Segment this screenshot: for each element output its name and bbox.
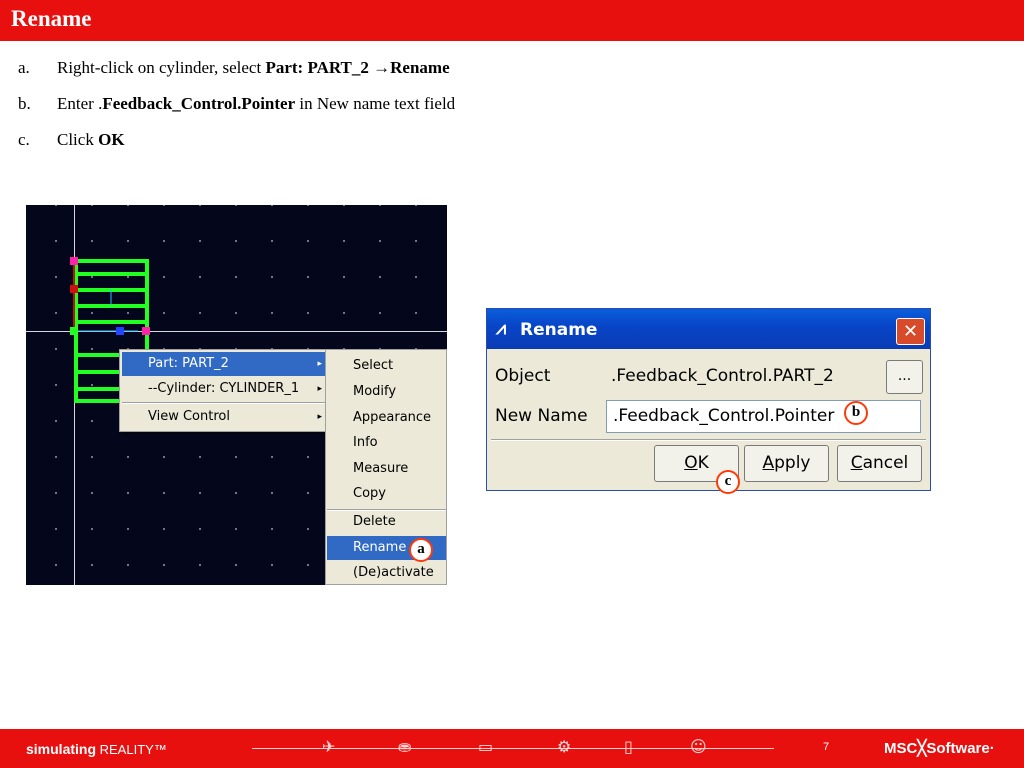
menu-item-part[interactable]: Part: PART_2 ▸ [122,352,328,376]
brand-rest: REALITY™ [96,742,167,757]
car-icon: ⛂ [398,737,412,756]
dialog-separator [491,439,926,441]
step-text-bold: OK [98,130,125,149]
brand-tagline: simulating REALITY™ [26,741,167,757]
apply-mnemonic: A [762,453,775,473]
submenu-item-modify[interactable]: Modify [327,380,446,404]
new-name-input[interactable]: .Feedback_Control.Pointer [606,400,921,433]
step-text-bold: Part: PART_2 [265,58,374,77]
dialog-titlebar[interactable]: ⩘ Rename ✕ [487,309,930,349]
step-text: Right-click on cylinder, select Part: PA… [57,58,450,78]
submenu-arrow-icon: ▸ [317,359,322,369]
step-text: Enter .Feedback_Control.Pointer in New n… [57,94,455,114]
context-menu: Part: PART_2 ▸ --Cylinder: CYLINDER_1 ▸ … [119,349,331,432]
menu-item-label: View Control [148,409,230,424]
slide-title-bar: Rename [0,0,1024,41]
submenu-arrow-icon: ▸ [317,384,322,394]
menu-item-label: Part: PART_2 [148,356,229,371]
person-icon: ☺ [690,737,707,756]
step-text-bold: Rename [390,58,450,77]
brand-bold: simulating [26,741,97,757]
step-text-plain: Right-click on cylinder, select [57,58,266,77]
menu-separator [122,402,328,404]
msc-software-logo: MSC╳Software· [884,740,995,757]
close-icon: ✕ [902,321,919,342]
train-icon: ▭ [478,737,494,756]
plane-icon: ✈ [322,737,336,756]
slide-title: Rename [11,6,92,31]
object-value: .Feedback_Control.PART_2 [611,366,834,386]
slide-footer: simulating REALITY™ ✈ ⛂ ▭ ⚙ ▯ ☺ 7 MSC╳So… [0,729,1024,768]
callout-b: b [844,401,868,425]
cancel-label: ancel [862,453,909,473]
ok-label: K [697,453,709,473]
cancel-button[interactable]: Cancel [837,445,922,482]
step-label: a. [18,58,30,77]
step-text: Click OK [57,130,125,150]
ok-mnemonic: O [684,453,698,473]
browse-button[interactable]: ... [886,360,923,394]
step-text-plain: in New name text field [295,94,456,113]
step-text-plain: Click [57,130,99,149]
submenu-item-deactivate[interactable]: (De)activate [327,561,446,584]
phone-icon: ▯ [624,737,633,756]
submenu-item-appearance[interactable]: Appearance [327,406,446,430]
menu-item-view-control[interactable]: View Control ▸ [122,405,328,429]
close-button[interactable]: ✕ [896,318,925,345]
rename-dialog: ⩘ Rename ✕ Object .Feedback_Control.PART… [486,308,931,491]
dialog-title: Rename [520,320,598,340]
callout-c: c [716,470,740,494]
apply-label: pply [774,453,811,473]
page-number: 7 [823,741,830,753]
callout-a: a [409,538,433,562]
submenu-item-measure[interactable]: Measure [327,457,446,481]
submenu-item-delete[interactable]: Delete [327,510,446,534]
step-label: b. [18,94,31,113]
submenu-item-info[interactable]: Info [327,431,446,455]
object-label: Object [495,366,551,386]
submenu-item-select[interactable]: Select [327,354,446,378]
new-name-label: New Name [495,406,588,426]
menu-item-label: --Cylinder: CYLINDER_1 [148,381,300,396]
menu-item-cylinder[interactable]: --Cylinder: CYLINDER_1 ▸ [122,377,328,401]
submenu-arrow-icon: ▸ [317,412,322,422]
app-icon: ⩘ [496,318,507,339]
submenu-item-copy[interactable]: Copy [327,482,446,506]
step-label: c. [18,130,30,149]
apply-button[interactable]: Apply [744,445,829,482]
step-text-plain: Enter . [57,94,103,113]
step-text-bold: Feedback_Control.Pointer [102,94,296,113]
gear-icon: ⚙ [557,737,572,756]
arrow-icon: → [373,58,391,77]
cancel-mnemonic: C [850,453,863,473]
